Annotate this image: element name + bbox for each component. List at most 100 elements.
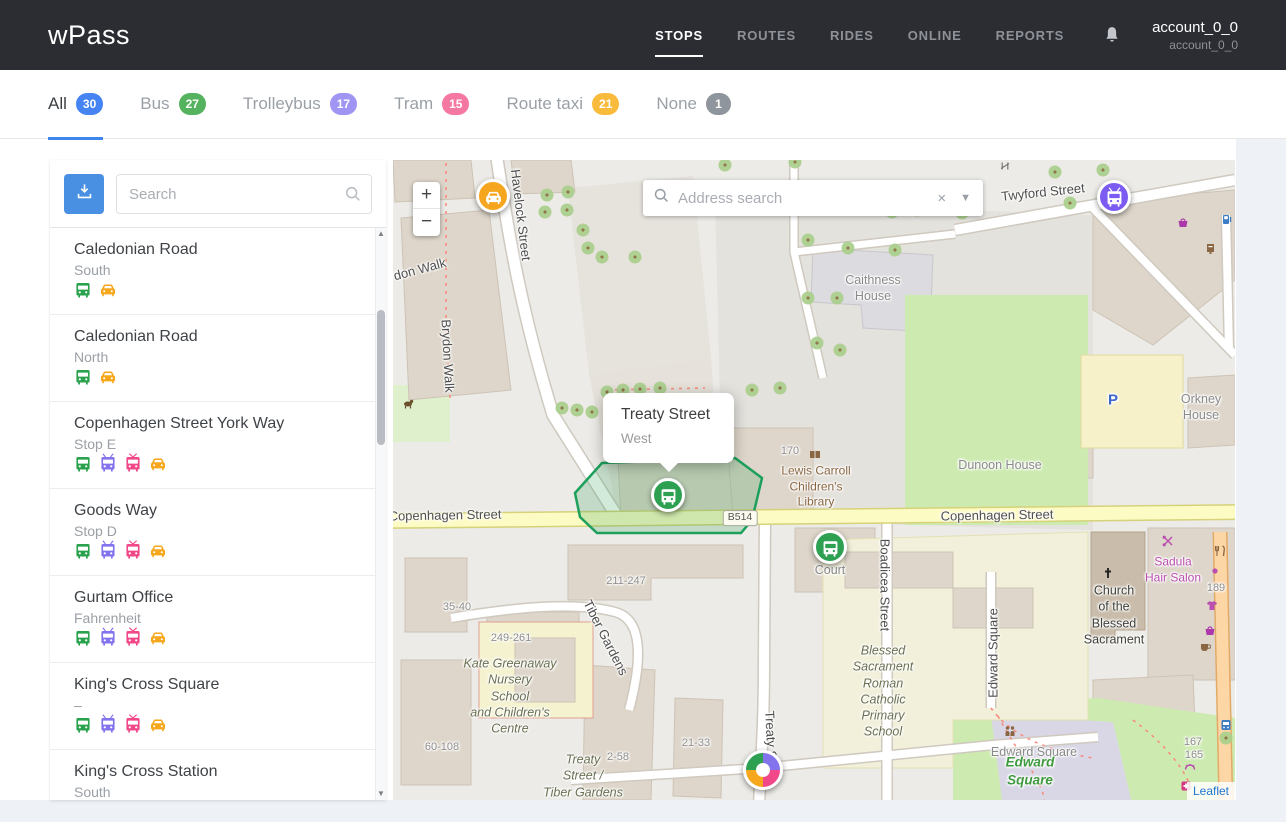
tram-icon bbox=[124, 627, 142, 651]
nav-item-stops[interactable]: STOPS bbox=[655, 0, 703, 70]
tab-label: None bbox=[656, 94, 697, 114]
stop-list-item[interactable]: King's Cross StationSouth bbox=[50, 750, 375, 800]
tree-icon bbox=[842, 242, 855, 255]
bus-stop-marker[interactable] bbox=[813, 530, 847, 564]
stops-sidebar: Caledonian Road South Caledonian RoadNorth… bbox=[50, 160, 386, 800]
map-label: Copenhagen Street bbox=[393, 507, 502, 526]
tree-icon bbox=[889, 244, 902, 257]
stop-list-item[interactable]: Goods WayStop D bbox=[50, 489, 375, 576]
zoom-out-button[interactable]: − bbox=[413, 209, 440, 236]
map-canvas[interactable]: Havelock Streetdon WalkBrydon WalkTwyfor… bbox=[393, 160, 1235, 800]
map-label: Treaty Street / Tiber Gardens bbox=[543, 752, 623, 800]
tab-tram[interactable]: Tram 15 bbox=[394, 70, 469, 139]
basket-icon bbox=[1177, 215, 1189, 233]
map-label: 249-261 bbox=[491, 631, 531, 645]
tab-none[interactable]: None1 bbox=[656, 70, 731, 139]
tree-icon bbox=[802, 292, 815, 305]
nav-item-reports[interactable]: REPORTS bbox=[996, 0, 1064, 70]
tree-icon bbox=[582, 242, 595, 255]
tab-bus[interactable]: Bus27 bbox=[140, 70, 206, 139]
tree-icon bbox=[811, 337, 824, 350]
stop-list-item[interactable]: King's Cross Square– bbox=[50, 663, 375, 750]
nav-item-online[interactable]: ONLINE bbox=[908, 0, 962, 70]
app-logo[interactable]: wPass bbox=[48, 20, 130, 51]
clear-icon[interactable]: × bbox=[933, 190, 950, 207]
map-label: Caithness House bbox=[845, 272, 901, 305]
tab-label: Tram bbox=[394, 94, 433, 114]
search-input[interactable] bbox=[116, 174, 372, 214]
stop-title: Caledonian Road bbox=[74, 328, 359, 346]
clothes-icon bbox=[1206, 598, 1218, 616]
stop-subtitle: South bbox=[74, 262, 359, 278]
map-label: 21-33 bbox=[682, 736, 710, 750]
stop-list-item[interactable]: Caledonian Road South bbox=[50, 228, 375, 315]
stop-title: Copenhagen Street York Way bbox=[74, 415, 359, 433]
scroll-down-arrow[interactable]: ▼ bbox=[376, 788, 386, 800]
stops-cluster-marker[interactable] bbox=[743, 750, 783, 790]
bus-icon bbox=[74, 540, 92, 564]
taxi-icon bbox=[99, 366, 117, 390]
tree-icon bbox=[586, 406, 599, 419]
bus-stop-selected-marker[interactable] bbox=[651, 478, 685, 512]
tab-label: Bus bbox=[140, 94, 169, 114]
postbox-icon bbox=[1204, 241, 1216, 259]
map-zoom-control: + − bbox=[413, 182, 440, 236]
stop-subtitle: – bbox=[74, 697, 359, 713]
map-attribution[interactable]: Leaflet bbox=[1187, 782, 1235, 800]
export-button[interactable] bbox=[64, 174, 104, 214]
trolleybus-stop-marker[interactable] bbox=[1097, 180, 1131, 214]
stop-title: Gurtam Office bbox=[74, 589, 359, 607]
map-label: 211-247 bbox=[606, 574, 646, 588]
stop-transport-modes bbox=[74, 719, 359, 738]
tab-count-badge: 15 bbox=[442, 93, 469, 115]
taxi-icon bbox=[149, 540, 167, 564]
stop-list-item[interactable]: Gurtam Office Fahrenheit bbox=[50, 576, 375, 663]
popup-subtitle: West bbox=[621, 431, 734, 446]
address-search-bar: × ▼ bbox=[643, 180, 983, 216]
nav-item-routes[interactable]: ROUTES bbox=[737, 0, 796, 70]
bus-icon bbox=[74, 453, 92, 477]
taxi-icon bbox=[99, 279, 117, 303]
map-label: 165 bbox=[1185, 748, 1203, 762]
map-label: Court bbox=[815, 562, 846, 578]
address-search-input[interactable] bbox=[678, 190, 925, 207]
zoom-in-button[interactable]: + bbox=[413, 182, 440, 209]
animal-icon bbox=[402, 396, 414, 414]
scroll-up-arrow[interactable]: ▲ bbox=[376, 228, 386, 240]
stop-transport-modes bbox=[74, 458, 359, 477]
bus-icon bbox=[74, 714, 92, 738]
stop-transport-modes bbox=[74, 632, 359, 651]
main-nav: STOPS ROUTES RIDES ONLINE REPORTS bbox=[655, 0, 1064, 70]
scrollbar-thumb[interactable] bbox=[377, 310, 385, 445]
sidebar-scrollbar[interactable]: ▲ ▼ bbox=[375, 228, 386, 800]
map-label: B514 bbox=[723, 510, 758, 526]
taxi-stop-marker[interactable] bbox=[476, 179, 510, 213]
tab-route-taxi[interactable]: Route taxi21 bbox=[506, 70, 619, 139]
map-label: Lewis Carroll Children's Library bbox=[781, 464, 850, 511]
gate-icon bbox=[999, 160, 1011, 177]
tree-icon bbox=[774, 382, 787, 395]
notifications-bell-icon[interactable] bbox=[1102, 24, 1122, 46]
stop-subtitle: Stop E bbox=[74, 436, 359, 452]
stop-list-item[interactable]: Copenhagen Street York Way Stop E bbox=[50, 402, 375, 489]
stop-title: Caledonian Road bbox=[74, 241, 359, 259]
bus-icon bbox=[74, 279, 92, 303]
account-menu[interactable]: account_0_0 account_0_0 bbox=[1152, 19, 1238, 52]
sidebar-header bbox=[50, 160, 386, 228]
stop-subtitle: Fahrenheit bbox=[74, 610, 359, 626]
stop-title: King's Cross Station bbox=[74, 763, 359, 781]
cluster-center bbox=[756, 763, 770, 777]
stop-list-item[interactable]: Caledonian RoadNorth bbox=[50, 315, 375, 402]
tram-icon bbox=[124, 714, 142, 738]
chevron-down-icon[interactable]: ▼ bbox=[958, 192, 973, 204]
app-window: wPass STOPS ROUTES RIDES ONLINE REPORTS acco… bbox=[0, 0, 1286, 822]
forkknife-icon bbox=[1214, 544, 1226, 562]
tab-trolleybus[interactable]: Trolleybus17 bbox=[243, 70, 357, 139]
tab-all[interactable]: All30 bbox=[48, 70, 103, 139]
tree-icon bbox=[541, 189, 554, 202]
nav-item-rides[interactable]: RIDES bbox=[830, 0, 874, 70]
trolleybus-icon bbox=[99, 540, 117, 564]
bus-icon bbox=[74, 366, 92, 390]
transport-filter-tabs: All30 Bus27 Trolleybus17 Tram 15 Route taxi21… bbox=[0, 70, 1286, 139]
stop-transport-modes bbox=[74, 284, 359, 303]
